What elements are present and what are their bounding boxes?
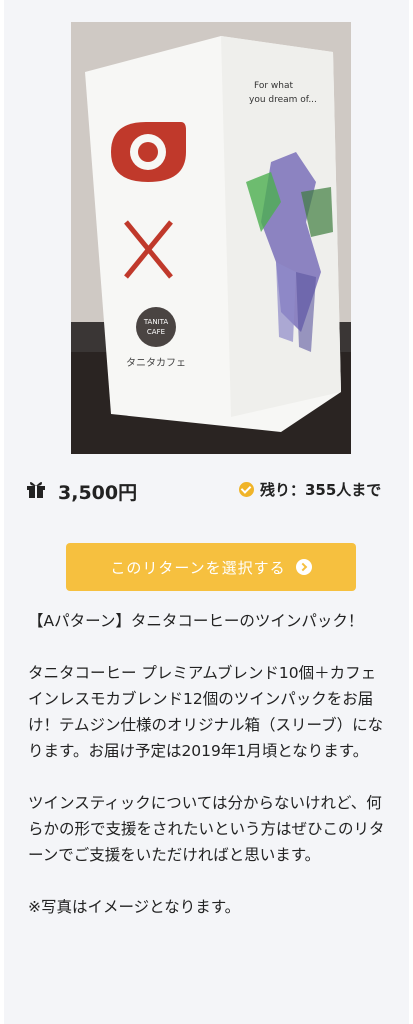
reward-photo: TANITA CAFE タニタカフェ For what you dream of… — [71, 22, 351, 454]
reward-description: 【Aパターン】タニタコーヒーのツインパック！ タニタコーヒー プレミアムブレンド… — [28, 608, 390, 946]
select-reward-button[interactable]: このリターンを選択する — [66, 543, 356, 591]
description-paragraph: 【Aパターン】タニタコーヒーのツインパック！ — [28, 612, 364, 630]
gift-icon — [27, 482, 45, 498]
price-row: 3,500円 残り：355人まで — [26, 478, 396, 528]
box-text-line2: you dream of... — [249, 95, 317, 105]
price-label: 3,500円 — [58, 482, 138, 504]
remaining-text: 残り：355人まで — [260, 481, 382, 499]
tanita-logo — [111, 122, 186, 182]
description-paragraph: タニタコーヒー プレミアムブレンド10個＋カフェインレスモカブレンド12個のツイ… — [28, 664, 384, 760]
reward-card[interactable]: TANITA CAFE タニタカフェ For what you dream of… — [4, 0, 409, 1024]
box-text-line1: For what — [254, 81, 294, 91]
brand-line2: CAFE — [147, 328, 165, 336]
select-reward-label: このリターンを選択する — [110, 558, 286, 577]
arrow-circle-icon — [295, 559, 312, 575]
description-paragraph: ツインスティックについては分からないけれど、何らかの形で支援をされたいという方は… — [28, 794, 385, 864]
brand-line1: TANITA — [143, 318, 169, 326]
remaining-count: 残り：355人まで — [239, 478, 389, 502]
description-paragraph: ※写真はイメージとなります。 — [28, 898, 241, 916]
check-circle-icon — [239, 482, 254, 497]
brand-kana: タニタカフェ — [126, 357, 186, 369]
